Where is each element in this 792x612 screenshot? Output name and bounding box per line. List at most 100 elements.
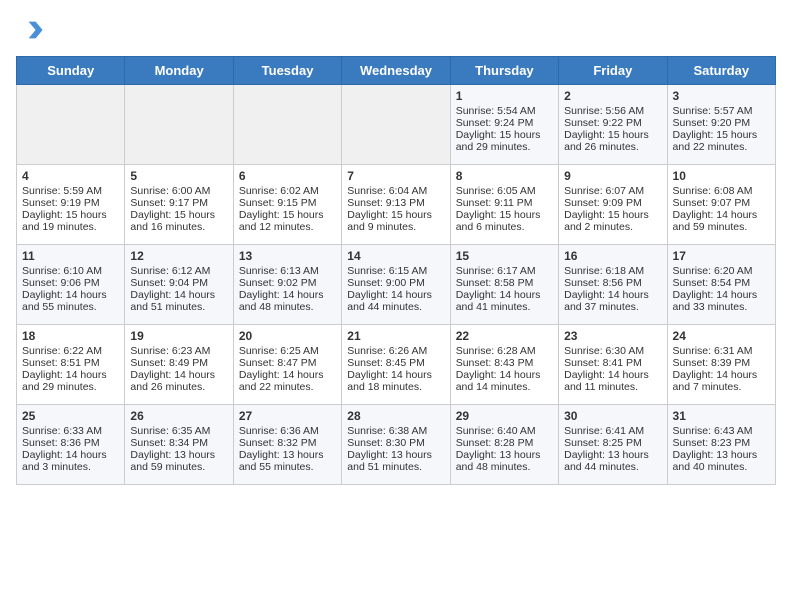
calendar-cell: 30Sunrise: 6:41 AMSunset: 8:25 PMDayligh…: [559, 405, 667, 485]
calendar-cell: 8Sunrise: 6:05 AMSunset: 9:11 PMDaylight…: [450, 165, 558, 245]
cell-content: Sunset: 9:15 PM: [239, 197, 336, 209]
day-number: 6: [239, 169, 336, 183]
cell-content: Sunset: 9:07 PM: [673, 197, 770, 209]
calendar-cell: [233, 85, 341, 165]
calendar-cell: 17Sunrise: 6:20 AMSunset: 8:54 PMDayligh…: [667, 245, 775, 325]
day-number: 8: [456, 169, 553, 183]
cell-content: Sunset: 8:36 PM: [22, 437, 119, 449]
cell-content: Sunrise: 6:02 AM: [239, 185, 336, 197]
day-number: 30: [564, 409, 661, 423]
calendar-cell: 21Sunrise: 6:26 AMSunset: 8:45 PMDayligh…: [342, 325, 450, 405]
calendar-cell: 31Sunrise: 6:43 AMSunset: 8:23 PMDayligh…: [667, 405, 775, 485]
cell-content: Sunset: 9:11 PM: [456, 197, 553, 209]
cell-content: Sunset: 8:32 PM: [239, 437, 336, 449]
cell-content: Sunset: 9:17 PM: [130, 197, 227, 209]
cell-content: Sunset: 8:41 PM: [564, 357, 661, 369]
calendar-cell: 18Sunrise: 6:22 AMSunset: 8:51 PMDayligh…: [17, 325, 125, 405]
cell-content: Daylight: 14 hours and 33 minutes.: [673, 289, 770, 313]
calendar-cell: 15Sunrise: 6:17 AMSunset: 8:58 PMDayligh…: [450, 245, 558, 325]
cell-content: Daylight: 14 hours and 48 minutes.: [239, 289, 336, 313]
cell-content: Sunrise: 6:41 AM: [564, 425, 661, 437]
cell-content: Sunrise: 6:33 AM: [22, 425, 119, 437]
week-row-5: 25 Sunrise: 6:33 AMSunset: 8:36 PM Dayligh…: [17, 405, 776, 485]
day-number: 11: [22, 249, 119, 263]
day-number: 24: [673, 329, 770, 343]
day-number: 20: [239, 329, 336, 343]
calendar-cell: 27Sunrise: 6:36 AMSunset: 8:32 PMDayligh…: [233, 405, 341, 485]
cell-content: Sunrise: 6:38 AM: [347, 425, 444, 437]
cell-content: Sunrise: 5:59 AM: [22, 185, 119, 197]
cell-content: Sunset: 8:30 PM: [347, 437, 444, 449]
calendar-header: SundayMondayTuesdayWednesdayThursdayFrid…: [17, 57, 776, 85]
cell-content: Sunrise: 6:30 AM: [564, 345, 661, 357]
week-row-1: 1Sunrise: 5:54 AMSunset: 9:24 PMDaylight…: [17, 85, 776, 165]
cell-content: Sunset: 8:23 PM: [673, 437, 770, 449]
header-cell-monday: Monday: [125, 57, 233, 85]
cell-content: Sunrise: 6:28 AM: [456, 345, 553, 357]
cell-content: Sunrise: 6:17 AM: [456, 265, 553, 277]
cell-content: Sunset: 9:00 PM: [347, 277, 444, 289]
day-number: 25: [22, 409, 119, 423]
cell-content: Daylight: 15 hours and 6 minutes.: [456, 209, 553, 233]
cell-content: Daylight: 14 hours and 37 minutes.: [564, 289, 661, 313]
cell-content: Sunrise: 6:31 AM: [673, 345, 770, 357]
cell-content: Sunset: 9:06 PM: [22, 277, 119, 289]
cell-content: Sunrise: 6:36 AM: [239, 425, 336, 437]
cell-content: Daylight: 15 hours and 29 minutes.: [456, 129, 553, 153]
day-number: 2: [564, 89, 661, 103]
day-number: 23: [564, 329, 661, 343]
cell-content: Sunset: 8:25 PM: [564, 437, 661, 449]
day-number: 10: [673, 169, 770, 183]
calendar-cell: 9Sunrise: 6:07 AMSunset: 9:09 PMDaylight…: [559, 165, 667, 245]
day-number: 9: [564, 169, 661, 183]
header-cell-tuesday: Tuesday: [233, 57, 341, 85]
cell-content: Daylight: 15 hours and 16 minutes.: [130, 209, 227, 233]
cell-content: Daylight: 13 hours and 51 minutes.: [347, 449, 444, 473]
header-cell-thursday: Thursday: [450, 57, 558, 85]
calendar-cell: [17, 85, 125, 165]
week-row-3: 11Sunrise: 6:10 AMSunset: 9:06 PMDayligh…: [17, 245, 776, 325]
cell-content: Daylight: 14 hours and 59 minutes.: [673, 209, 770, 233]
header-cell-friday: Friday: [559, 57, 667, 85]
calendar-cell: 26Sunrise: 6:35 AMSunset: 8:34 PMDayligh…: [125, 405, 233, 485]
cell-content: Daylight: 15 hours and 9 minutes.: [347, 209, 444, 233]
header-cell-sunday: Sunday: [17, 57, 125, 85]
cell-content: Daylight: 13 hours and 55 minutes.: [239, 449, 336, 473]
cell-content: Daylight: 14 hours and 55 minutes.: [22, 289, 119, 313]
cell-content: Daylight: 14 hours and 51 minutes.: [130, 289, 227, 313]
cell-content: Sunset: 8:43 PM: [456, 357, 553, 369]
cell-content: Daylight: 14 hours and 11 minutes.: [564, 369, 661, 393]
cell-content: Sunset: 9:04 PM: [130, 277, 227, 289]
cell-content: Sunset: 8:56 PM: [564, 277, 661, 289]
cell-content: Sunrise: 6:43 AM: [673, 425, 770, 437]
day-number: 28: [347, 409, 444, 423]
calendar-cell: 5Sunrise: 6:00 AMSunset: 9:17 PMDaylight…: [125, 165, 233, 245]
page-header: [16, 16, 776, 44]
day-number: 16: [564, 249, 661, 263]
calendar-cell: 10 Sunrise: 6:08 AMSunset: 9:07 PMDayligh…: [667, 165, 775, 245]
calendar-cell: 24 Sunrise: 6:31 AMSunset: 8:39 PMDayligh…: [667, 325, 775, 405]
calendar-cell: 11Sunrise: 6:10 AMSunset: 9:06 PMDayligh…: [17, 245, 125, 325]
cell-content: Daylight: 14 hours and 7 minutes.: [673, 369, 770, 393]
cell-content: Daylight: 14 hours and 29 minutes.: [22, 369, 119, 393]
cell-content: Sunrise: 6:15 AM: [347, 265, 444, 277]
calendar-cell: 28 Sunrise: 6:38 AMSunset: 8:30 PMDayligh…: [342, 405, 450, 485]
calendar-cell: 19Sunrise: 6:23 AMSunset: 8:49 PMDayligh…: [125, 325, 233, 405]
cell-content: Daylight: 13 hours and 59 minutes.: [130, 449, 227, 473]
cell-content: Daylight: 15 hours and 2 minutes.: [564, 209, 661, 233]
calendar-cell: 7Sunrise: 6:04 AMSunset: 9:13 PMDaylight…: [342, 165, 450, 245]
cell-content: Sunrise: 5:56 AM: [564, 105, 661, 117]
logo: [16, 16, 48, 44]
calendar-body: 1Sunrise: 5:54 AMSunset: 9:24 PMDaylight…: [17, 85, 776, 485]
calendar-cell: 25Sunrise: 6:33 AMSunset: 8:36 PMDayligh…: [17, 405, 125, 485]
cell-content: Daylight: 15 hours and 12 minutes.: [239, 209, 336, 233]
cell-content: Sunrise: 6:12 AM: [130, 265, 227, 277]
cell-content: Sunset: 8:54 PM: [673, 277, 770, 289]
cell-content: Sunset: 8:39 PM: [673, 357, 770, 369]
calendar-cell: 22Sunrise: 6:28 AMSunset: 8:43 PMDayligh…: [450, 325, 558, 405]
cell-content: Sunrise: 6:08 AM: [673, 185, 770, 197]
cell-content: Sunset: 8:58 PM: [456, 277, 553, 289]
day-number: 26: [130, 409, 227, 423]
calendar-cell: 3Sunrise: 5:57 AMSunset: 9:20 PMDaylight…: [667, 85, 775, 165]
cell-content: Sunset: 8:51 PM: [22, 357, 119, 369]
